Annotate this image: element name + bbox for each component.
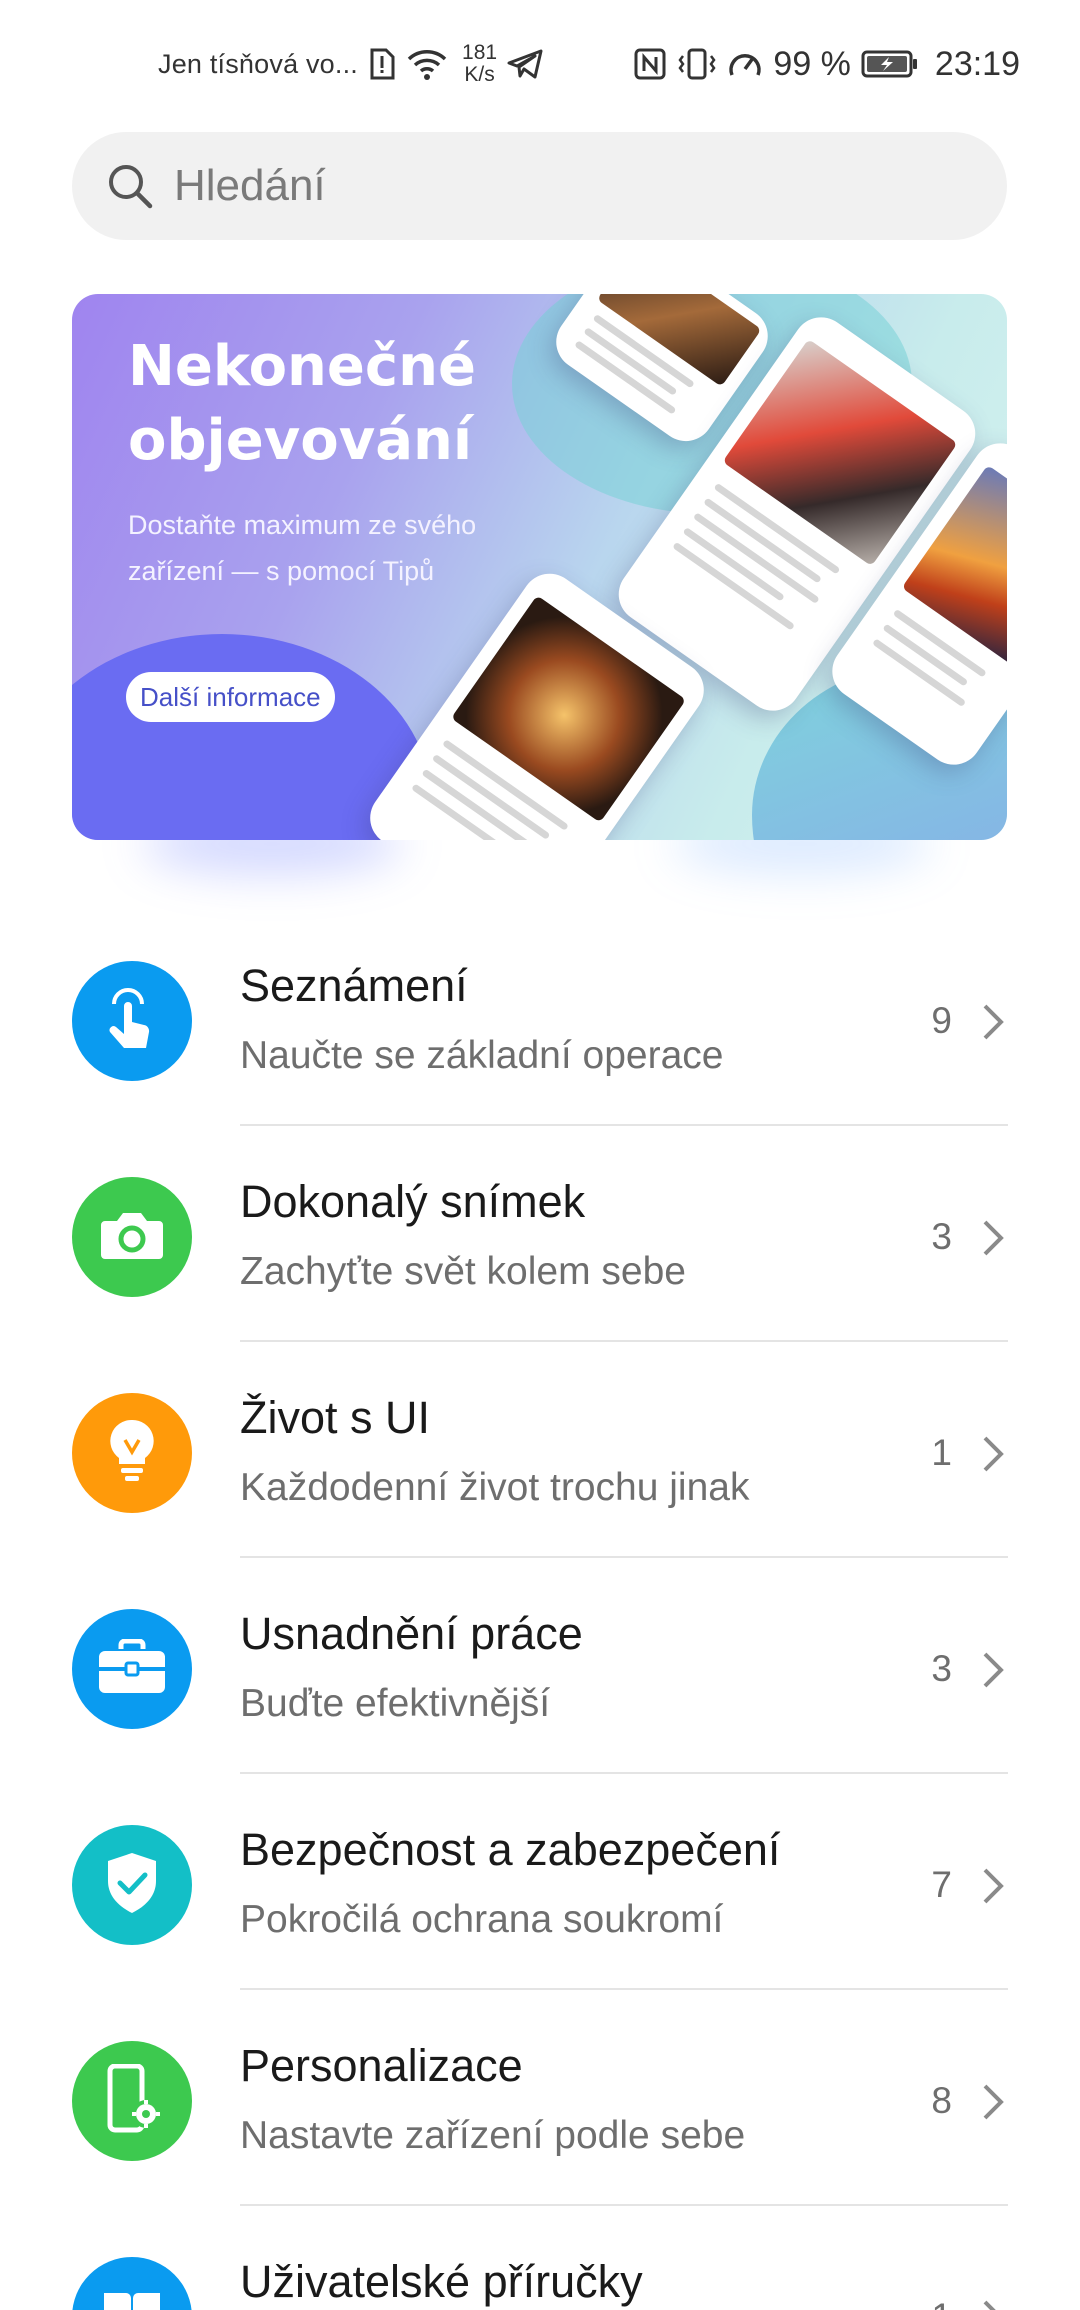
search-bar[interactable] [72,132,1007,240]
lightbulb-icon [107,1418,157,1489]
category-icon-circle [72,961,192,1081]
network-speed-unit: K/s [464,63,495,86]
phone-settings-icon [102,2063,162,2139]
nfc-icon [633,47,667,81]
category-title: Personalizace [240,2040,523,2091]
carrier-label: Jen tísňová vo... [158,48,359,79]
briefcase-icon [97,1638,167,1700]
chevron-right-icon [978,1864,1008,1908]
chevron-right-icon [978,2296,1008,2310]
chevron-right-icon [978,1000,1008,1044]
search-icon [104,160,156,212]
status-bar: Jen tísňová vo... 181 K/s 99 % 23:19 [0,0,1080,124]
chevron-right-icon [978,1648,1008,1692]
category-item-dokonaly-snimek[interactable]: Dokonalý snímek Zachyťte svět kolem sebe… [0,1126,1080,1342]
category-subtitle: Pokročilá ochrana soukromí [240,1898,724,1941]
wifi-icon [406,47,448,81]
tip-count: 3 [931,1648,952,1689]
chevron-right-icon [978,1432,1008,1476]
search-input[interactable] [174,161,934,211]
category-icon-circle [72,1825,192,1945]
category-icon-circle [72,1393,192,1513]
category-subtitle: Nastavte zařízení podle sebe [240,2114,746,2157]
category-subtitle: Každodenní život trochu jinak [240,1466,750,1509]
category-subtitle: Zachyťte svět kolem sebe [240,1250,686,1293]
banner-subtitle: Dostaňte maximum ze svého zařízení — s p… [128,510,477,586]
battery-charging-icon [861,49,919,79]
category-title: Uživatelské příručky [240,2256,643,2307]
hand-tap-icon [100,984,164,1059]
category-icon-circle [72,2257,192,2310]
tips-category-list: Seznámení Naučte se základní operace 9 D… [0,910,1080,2310]
learn-more-button[interactable]: Další informace [126,672,335,722]
category-title: Usnadnění práce [240,1608,583,1659]
promo-banner[interactable]: Nekonečné objevování Dostaňte maximum ze… [72,294,1007,840]
vibrate-icon [677,47,717,81]
tip-count: 1 [931,1432,952,1473]
shield-check-icon [104,1851,160,1920]
category-title: Život s UI [240,1392,431,1443]
tip-count: 8 [931,2080,952,2121]
network-speed: 181 K/s [462,42,497,86]
performance-gauge-icon [727,47,763,81]
category-title: Dokonalý snímek [240,1176,586,1227]
tip-count: 3 [931,1216,952,1257]
category-subtitle: Naučte se základní operace [240,1034,724,1077]
tip-count: 9 [931,1000,952,1041]
chevron-right-icon [978,1216,1008,1260]
tip-count: 1 [931,2296,952,2310]
chevron-right-icon [978,2080,1008,2124]
category-item-uzivatelske-prirucky[interactable]: Uživatelské příručky 1 [0,2206,1080,2310]
telegram-icon [507,49,543,79]
category-title: Bezpečnost a zabezpečení [240,1824,781,1875]
battery-percent: 99 % [773,44,851,83]
category-subtitle: Buďte efektivnější [240,1682,551,1725]
category-icon-circle [72,1177,192,1297]
book-icon [100,2287,164,2310]
banner-title: Nekonečné objevování [128,334,476,473]
category-title: Seznámení [240,960,468,1011]
network-speed-value: 181 [462,41,498,64]
category-icon-circle [72,1609,192,1729]
category-item-zivot-s-ui[interactable]: Život s UI Každodenní život trochu jinak… [0,1342,1080,1558]
tip-count: 7 [931,1864,952,1905]
promo-banner-wrapper: Nekonečné objevování Dostaňte maximum ze… [72,294,1007,874]
camera-icon [99,1207,165,1268]
category-item-usnadneni-prace[interactable]: Usnadnění práce Buďte efektivnější 3 [0,1558,1080,1774]
category-item-seznameni[interactable]: Seznámení Naučte se základní operace 9 [0,910,1080,1126]
clock: 23:19 [934,44,1020,83]
category-item-personalizace[interactable]: Personalizace Nastavte zařízení podle se… [0,1990,1080,2206]
category-item-bezpecnost[interactable]: Bezpečnost a zabezpečení Pokročilá ochra… [0,1774,1080,1990]
sim-alert-icon [368,47,396,81]
category-icon-circle [72,2041,192,2161]
